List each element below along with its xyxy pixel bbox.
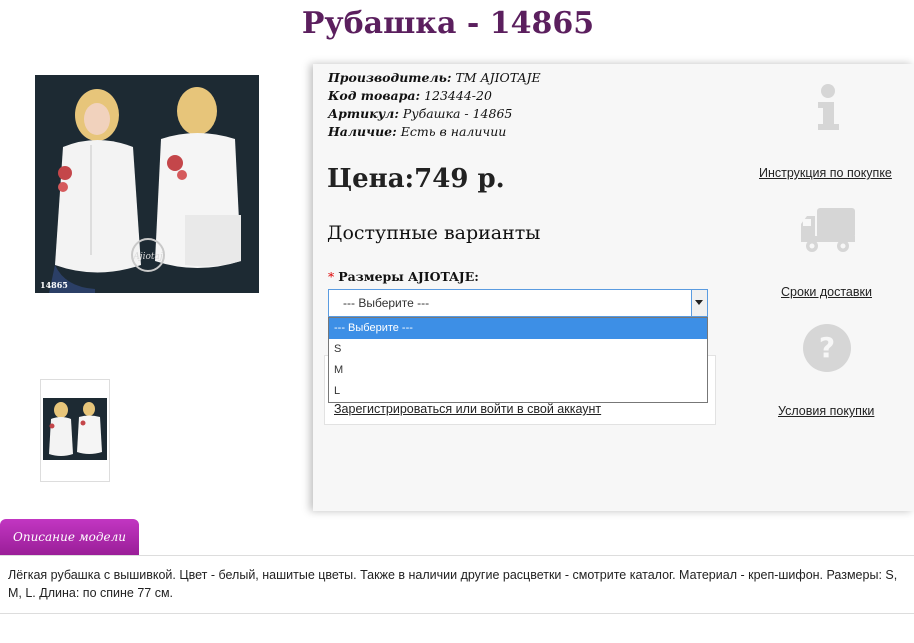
article-value: Рубашка - 14865	[402, 106, 513, 121]
size-option-l[interactable]: L	[329, 381, 707, 402]
register-login-link[interactable]: Зарегистрироваться или войти в свой акка…	[334, 402, 601, 416]
svg-text:Ajiotaj: Ajiotaj	[132, 252, 163, 262]
variants-heading: Доступные варианты	[327, 222, 541, 244]
description-divider	[0, 613, 914, 614]
svg-text:?: ?	[819, 331, 835, 364]
purchase-conditions-link[interactable]: Условия покупки	[778, 404, 874, 418]
product-thumbnail[interactable]	[40, 379, 110, 482]
delivery-terms-link[interactable]: Сроки доставки	[781, 285, 872, 299]
purchase-instruction-link[interactable]: Инструкция по покупке	[759, 166, 892, 180]
product-description: Лёгкая рубашка с вышивкой. Цвет - белый,…	[8, 568, 898, 600]
size-option-m[interactable]: M	[329, 360, 707, 381]
size-dropdown-list[interactable]: --- Выберите --- S M L	[328, 317, 708, 403]
info-icon	[808, 82, 848, 132]
size-option-s[interactable]: S	[329, 339, 707, 360]
size-select-label: * Размеры AJIOTAJE:	[328, 269, 479, 284]
tab-description[interactable]: Описание модели	[0, 519, 139, 555]
product-main-image[interactable]: Ajiotaj 14865	[35, 75, 259, 293]
article-line: Артикул: Рубашка - 14865	[328, 106, 512, 121]
product-price: Цена:749 р.	[327, 164, 505, 194]
dropdown-arrow-icon[interactable]	[691, 290, 707, 316]
required-mark: *	[328, 269, 335, 284]
product-code-value: 123444-20	[424, 88, 492, 103]
question-icon: ?	[802, 323, 852, 373]
size-option-default[interactable]: --- Выберите ---	[329, 318, 707, 339]
size-select[interactable]: --- Выберите ---	[328, 289, 708, 317]
truck-icon	[799, 206, 857, 254]
stock-line: Наличие: Есть в наличии	[328, 124, 506, 139]
product-info-panel: Производитель: ТМ AJIOTAJE Код товара: 1…	[313, 64, 914, 511]
product-photo-illustration: Ajiotaj	[35, 75, 259, 293]
product-code-label: Код товара:	[328, 88, 421, 103]
size-select-value: --- Выберите ---	[343, 296, 430, 310]
product-code-line: Код товара: 123444-20	[328, 88, 492, 103]
page-title: Рубашка - 14865	[301, 6, 595, 41]
stock-label: Наличие:	[328, 124, 397, 139]
photo-tag: 14865	[40, 280, 68, 290]
manufacturer-value: ТМ AJIOTAJE	[455, 70, 541, 85]
size-label-text: Размеры AJIOTAJE:	[338, 269, 479, 284]
tab-divider	[0, 555, 914, 556]
article-label: Артикул:	[328, 106, 399, 121]
stock-value: Есть в наличии	[400, 124, 507, 139]
manufacturer-line: Производитель: ТМ AJIOTAJE	[328, 70, 541, 85]
manufacturer-label: Производитель:	[328, 70, 452, 85]
thumbnail-illustration	[43, 398, 107, 460]
